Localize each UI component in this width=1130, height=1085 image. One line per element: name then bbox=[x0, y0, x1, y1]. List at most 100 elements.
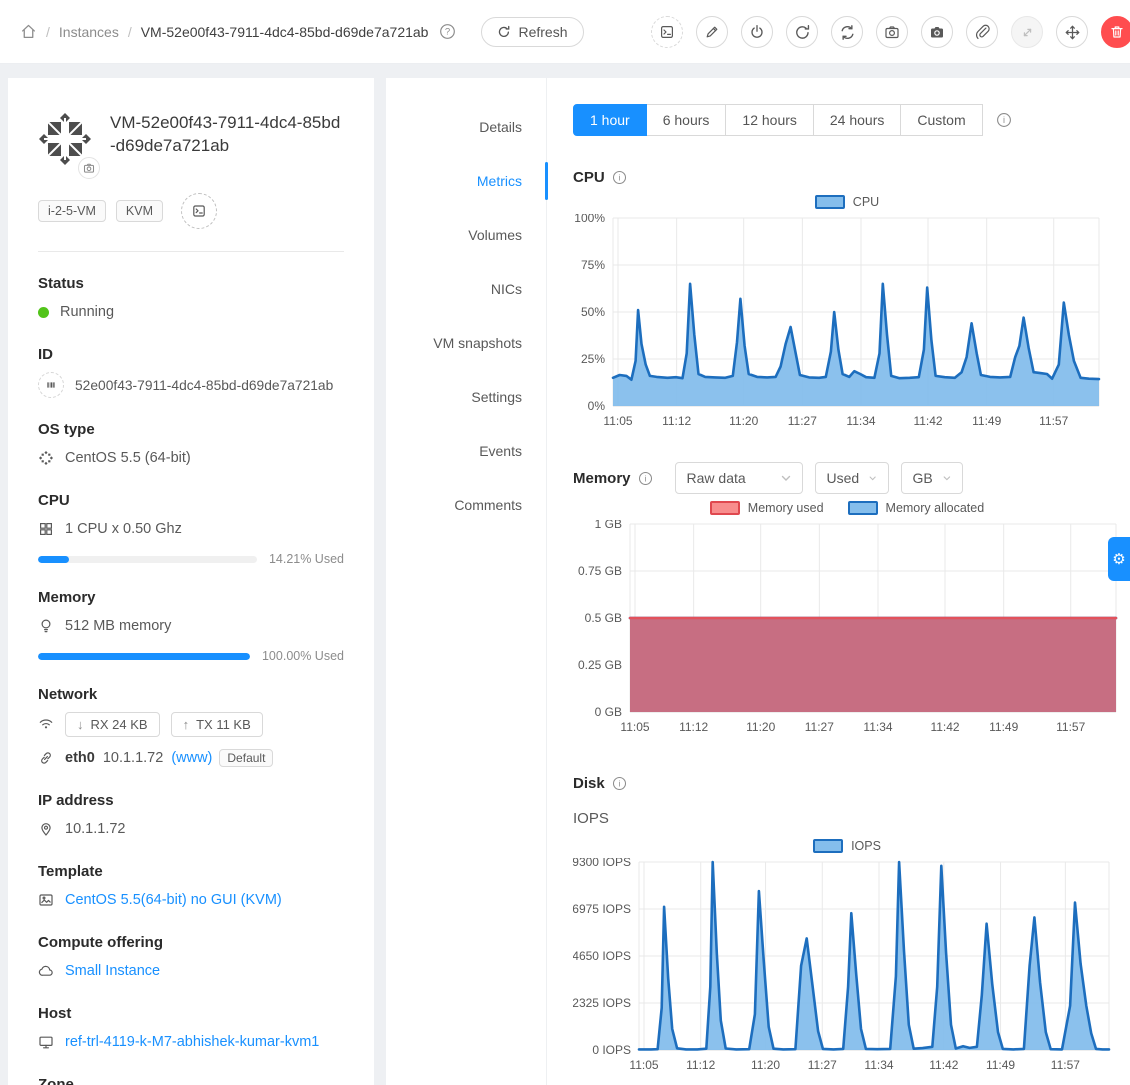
svg-text:0 GB: 0 GB bbox=[595, 705, 622, 719]
host-monitor-icon bbox=[38, 1034, 54, 1050]
cpu-value: 1 CPU x 0.50 Ghz bbox=[65, 521, 182, 537]
memory-filter-select-used[interactable]: Used bbox=[815, 462, 889, 494]
edit-icon bbox=[704, 24, 720, 40]
cpu-label: CPU bbox=[38, 492, 344, 509]
tx-button[interactable]: ↑TX 11 KB bbox=[171, 712, 263, 737]
svg-text:11:20: 11:20 bbox=[729, 414, 758, 428]
legend-item-memory-allocated[interactable]: Memory allocated bbox=[848, 501, 985, 515]
nic-name: eth0 bbox=[65, 750, 95, 766]
memory-chart: 1 GB0.75 GB0.5 GB0.25 GB0 GB11:0511:1211… bbox=[573, 520, 1121, 745]
svg-text:11:34: 11:34 bbox=[846, 414, 875, 428]
host-link[interactable]: ref-trl-4119-k-M7-abhishek-kumar-kvm1 bbox=[65, 1034, 319, 1050]
svg-text:22325 IOPS: 22325 IOPS bbox=[573, 996, 631, 1010]
tab-events[interactable]: Events bbox=[386, 424, 546, 478]
compute-offering-label: Compute offering bbox=[38, 934, 344, 951]
attach-iso-icon bbox=[974, 24, 990, 40]
console-icon bbox=[191, 203, 207, 219]
change-icon-button[interactable] bbox=[78, 157, 100, 179]
breadcrumb-separator: / bbox=[46, 24, 50, 40]
time-range-1-hour[interactable]: 1 hour bbox=[573, 104, 647, 136]
id-value: 52e00f43-7911-4dc4-85bd-d69de7a721ab bbox=[75, 378, 333, 393]
time-range-custom[interactable]: Custom bbox=[900, 104, 982, 136]
action-toolbar bbox=[651, 0, 1130, 64]
cpu-usage-progressbar bbox=[38, 556, 257, 563]
snapshot-button[interactable] bbox=[876, 16, 908, 48]
svg-text:11:34: 11:34 bbox=[864, 1058, 893, 1072]
console-button[interactable] bbox=[651, 16, 683, 48]
info-icon[interactable]: i bbox=[612, 170, 627, 185]
storage-snapshot-button[interactable] bbox=[921, 16, 953, 48]
nic-ip: 10.1.1.72 bbox=[103, 750, 163, 766]
tab-nics[interactable]: NICs bbox=[386, 262, 546, 316]
help-icon[interactable]: ? bbox=[439, 23, 456, 41]
svg-text:11:42: 11:42 bbox=[913, 414, 942, 428]
migrate-button[interactable] bbox=[1056, 16, 1088, 48]
settings-drawer-button[interactable]: ⚙ bbox=[1108, 537, 1130, 581]
refresh-button[interactable]: Refresh bbox=[481, 17, 583, 47]
info-icon[interactable]: i bbox=[638, 471, 653, 486]
cloud-icon bbox=[38, 963, 54, 979]
svg-text:11:05: 11:05 bbox=[603, 414, 632, 428]
tab-volumes[interactable]: Volumes bbox=[386, 208, 546, 262]
console-shortcut-button[interactable] bbox=[181, 193, 217, 229]
svg-text:11:27: 11:27 bbox=[808, 1058, 837, 1072]
zone-label: Zone bbox=[38, 1076, 344, 1085]
ip-address-label: IP address bbox=[38, 792, 344, 809]
breadcrumb-item-instances[interactable]: Instances bbox=[59, 24, 119, 40]
memory-bulb-icon bbox=[38, 618, 54, 634]
svg-text:66975 IOPS: 66975 IOPS bbox=[573, 902, 631, 916]
tab-metrics[interactable]: Metrics bbox=[386, 154, 546, 208]
storage-camera-icon bbox=[929, 24, 945, 40]
tab-details[interactable]: Details bbox=[386, 100, 546, 154]
nic-network-link[interactable]: (www) bbox=[171, 750, 212, 766]
legend-swatch bbox=[710, 501, 740, 515]
info-icon[interactable]: i bbox=[612, 776, 627, 791]
svg-text:11:34: 11:34 bbox=[863, 720, 892, 734]
attach-iso-button[interactable] bbox=[966, 16, 998, 48]
svg-text:11:42: 11:42 bbox=[929, 1058, 958, 1072]
edit-button[interactable] bbox=[696, 16, 728, 48]
template-link[interactable]: CentOS 5.5(64-bit) no GUI (KVM) bbox=[65, 892, 282, 908]
time-range-12-hours[interactable]: 12 hours bbox=[725, 104, 813, 136]
chevron-down-icon bbox=[781, 475, 791, 482]
svg-text:0 IOPS: 0 IOPS bbox=[592, 1043, 631, 1057]
memory-usage-progressbar bbox=[38, 653, 250, 660]
reboot-button[interactable] bbox=[786, 16, 818, 48]
delete-icon bbox=[1109, 24, 1125, 40]
memory-filter-select-gb[interactable]: GB bbox=[901, 462, 963, 494]
memory-value: 512 MB memory bbox=[65, 618, 171, 634]
svg-text:44650 IOPS: 44650 IOPS bbox=[573, 949, 631, 963]
svg-text:11:49: 11:49 bbox=[986, 1058, 1015, 1072]
rx-button[interactable]: ↓RX 24 KB bbox=[65, 712, 160, 737]
cpu-chart: 100%75%50%25%0%11:0511:1211:2011:2711:34… bbox=[573, 214, 1121, 439]
svg-text:11:57: 11:57 bbox=[1056, 720, 1085, 734]
svg-text:1 GB: 1 GB bbox=[595, 520, 622, 531]
home-icon[interactable] bbox=[20, 23, 37, 40]
legend-item-cpu[interactable]: CPU bbox=[815, 195, 879, 209]
breadcrumb-separator: / bbox=[128, 24, 132, 40]
svg-text:89300 IOPS: 89300 IOPS bbox=[573, 858, 631, 869]
tab-vm-snapshots[interactable]: VM snapshots bbox=[386, 316, 546, 370]
scale-vm-button[interactable] bbox=[1011, 16, 1043, 48]
svg-text:0%: 0% bbox=[588, 399, 606, 413]
iops-chart: 89300 IOPS 66975 IOPS 44650 IOPS 22325 IOPS… bbox=[573, 858, 1121, 1083]
snapshot-camera-icon bbox=[884, 24, 900, 40]
time-range-info-icon[interactable]: i bbox=[996, 112, 1012, 128]
cpu-metrics-section: CPU i CPU 100%75%50%25%0%11:0511:1211:20… bbox=[573, 166, 1121, 439]
iops-subtitle: IOPS bbox=[573, 810, 1121, 832]
legend-item-iops[interactable]: IOPS bbox=[813, 839, 881, 853]
compute-offering-link[interactable]: Small Instance bbox=[65, 963, 160, 979]
tab-settings[interactable]: Settings bbox=[386, 370, 546, 424]
svg-text:50%: 50% bbox=[581, 305, 605, 319]
template-label: Template bbox=[38, 863, 344, 880]
svg-text:11:57: 11:57 bbox=[1039, 414, 1068, 428]
legend-item-memory-used[interactable]: Memory used bbox=[710, 501, 824, 515]
memory-filter-select-raw-data[interactable]: Raw data bbox=[675, 462, 803, 494]
reinstall-button[interactable] bbox=[831, 16, 863, 48]
tab-comments[interactable]: Comments bbox=[386, 478, 546, 532]
stop-button[interactable] bbox=[741, 16, 773, 48]
legend-swatch bbox=[815, 195, 845, 209]
time-range-6-hours[interactable]: 6 hours bbox=[646, 104, 727, 136]
time-range-24-hours[interactable]: 24 hours bbox=[813, 104, 901, 136]
destroy-button[interactable] bbox=[1101, 16, 1130, 48]
